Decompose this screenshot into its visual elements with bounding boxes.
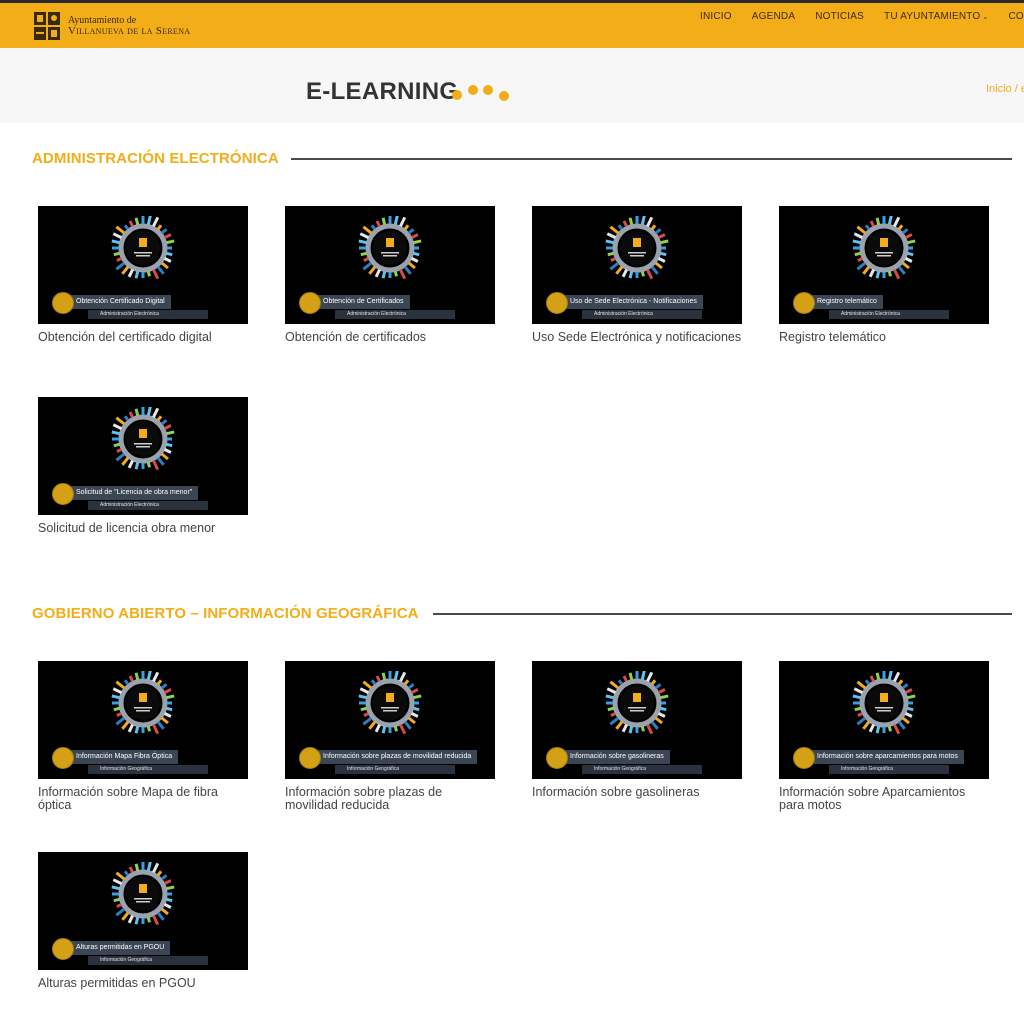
video-title[interactable]: Registro telemático bbox=[779, 331, 991, 344]
video-title[interactable]: Obtención del certificado digital bbox=[38, 331, 250, 344]
video-card[interactable]: Información sobre plazas de movilidad re… bbox=[285, 661, 497, 812]
chevron-down-icon: ⌄ bbox=[982, 14, 989, 21]
caption-badge-icon bbox=[52, 292, 74, 314]
city-wheel-logo-icon bbox=[358, 216, 422, 280]
city-wheel-logo-icon bbox=[111, 216, 175, 280]
video-title[interactable]: Solicitud de licencia obra menor bbox=[38, 522, 250, 535]
video-card[interactable]: Obtención de Certificados Administración… bbox=[285, 206, 497, 344]
video-title[interactable]: Uso Sede Electrónica y notificaciones bbox=[532, 331, 744, 344]
video-card[interactable]: Uso de Sede Electrónica - Notificaciones… bbox=[532, 206, 744, 344]
video-subcaption: Información Geográfica bbox=[829, 765, 949, 774]
video-thumbnail[interactable]: Alturas permitidas en PGOU Información G… bbox=[38, 852, 248, 970]
video-subcaption: Administración Electrónica bbox=[88, 310, 208, 319]
city-wheel-logo-icon bbox=[358, 671, 422, 735]
site-logo[interactable]: Ayuntamiento de Villanueva de la Serena bbox=[32, 8, 190, 44]
top-nav-bar: Ayuntamiento de Villanueva de la Serena … bbox=[0, 0, 1024, 48]
video-caption: Información sobre plazas de movilidad re… bbox=[313, 750, 478, 764]
city-wheel-logo-icon bbox=[111, 862, 175, 926]
breadcrumb-home[interactable]: Inicio bbox=[986, 83, 1012, 95]
logo-line-2: Villanueva de la Serena bbox=[68, 25, 191, 37]
breadcrumb-current: / e bbox=[1014, 83, 1024, 95]
video-caption: Información Mapa Fibra Óptica bbox=[66, 750, 179, 764]
video-title[interactable]: Información sobre Mapa de fibra óptica bbox=[38, 786, 250, 812]
video-caption: Solicitud de "Licencia de obra menor" bbox=[66, 486, 199, 500]
video-caption: Obtención Certificado Digital bbox=[66, 295, 171, 309]
nav-tu-ayuntamiento[interactable]: TU AYUNTAMIENTO ⌄ bbox=[884, 11, 988, 22]
city-wheel-logo-icon bbox=[605, 216, 669, 280]
video-card[interactable]: Alturas permitidas en PGOU Información G… bbox=[38, 852, 250, 990]
section-title-administracion: ADMINISTRACIÓN ELECTRÓNICA bbox=[32, 150, 279, 167]
nav-concejalias[interactable]: CONCE bbox=[1008, 11, 1024, 22]
city-wheel-logo-icon bbox=[852, 216, 916, 280]
breadcrumb: Inicio / e bbox=[986, 83, 1024, 95]
video-thumbnail[interactable]: Solicitud de "Licencia de obra menor" Ad… bbox=[38, 397, 248, 515]
video-caption: Uso de Sede Electrónica - Notificaciones bbox=[560, 295, 703, 309]
section-divider bbox=[433, 613, 1012, 615]
video-caption: Información sobre aparcamientos para mot… bbox=[807, 750, 964, 764]
video-caption: Información sobre gasolineras bbox=[560, 750, 670, 764]
nav-agenda[interactable]: AGENDA bbox=[752, 11, 795, 22]
page-title: E-LEARNING bbox=[306, 78, 459, 105]
caption-badge-icon bbox=[546, 292, 568, 314]
city-wheel-logo-icon bbox=[852, 671, 916, 735]
video-caption: Registro telemático bbox=[807, 295, 883, 309]
video-card[interactable]: Registro telemático Administración Elect… bbox=[779, 206, 991, 344]
caption-badge-icon bbox=[546, 747, 568, 769]
video-thumbnail[interactable]: Registro telemático Administración Elect… bbox=[779, 206, 989, 324]
video-thumbnail[interactable]: Información sobre plazas de movilidad re… bbox=[285, 661, 495, 779]
video-card[interactable]: Solicitud de "Licencia de obra menor" Ad… bbox=[38, 397, 250, 535]
video-subcaption: Administración Electrónica bbox=[88, 501, 208, 510]
video-thumbnail[interactable]: Información sobre gasolineras Informació… bbox=[532, 661, 742, 779]
video-subcaption: Administración Electrónica bbox=[829, 310, 949, 319]
video-title[interactable]: Información sobre gasolineras bbox=[532, 786, 744, 799]
city-wheel-logo-icon bbox=[111, 671, 175, 735]
video-thumbnail[interactable]: Obtención Certificado Digital Administra… bbox=[38, 206, 248, 324]
video-thumbnail[interactable]: Información sobre aparcamientos para mot… bbox=[779, 661, 989, 779]
caption-badge-icon bbox=[793, 292, 815, 314]
video-subcaption: Administración Electrónica bbox=[335, 310, 455, 319]
video-caption: Alturas permitidas en PGOU bbox=[66, 941, 171, 955]
video-card[interactable]: Información sobre gasolineras Informació… bbox=[532, 661, 744, 799]
city-wheel-logo-icon bbox=[111, 407, 175, 471]
video-subcaption: Administración Electrónica bbox=[582, 310, 702, 319]
city-wheel-logo-icon bbox=[605, 671, 669, 735]
caption-badge-icon bbox=[52, 483, 74, 505]
main-nav: INICIO AGENDA NOTICIAS TU AYUNTAMIENTO ⌄ … bbox=[700, 11, 1024, 22]
video-card[interactable]: Información Mapa Fibra Óptica Informació… bbox=[38, 661, 250, 812]
nav-noticias[interactable]: NOTICIAS bbox=[815, 11, 864, 22]
video-title[interactable]: Información sobre plazas de movilidad re… bbox=[285, 786, 497, 812]
crest-icon bbox=[34, 12, 60, 40]
page-title-band: E-LEARNING Inicio / e bbox=[0, 48, 1024, 123]
video-card[interactable]: Obtención Certificado Digital Administra… bbox=[38, 206, 250, 344]
video-subcaption: Información Geográfica bbox=[88, 956, 208, 965]
nav-inicio[interactable]: INICIO bbox=[700, 11, 732, 22]
video-thumbnail[interactable]: Obtención de Certificados Administración… bbox=[285, 206, 495, 324]
caption-badge-icon bbox=[299, 292, 321, 314]
video-card[interactable]: Información sobre aparcamientos para mot… bbox=[779, 661, 991, 812]
caption-badge-icon bbox=[52, 747, 74, 769]
video-title[interactable]: Obtención de certificados bbox=[285, 331, 497, 344]
video-subcaption: Información Geográfica bbox=[88, 765, 208, 774]
video-thumbnail[interactable]: Información Mapa Fibra Óptica Informació… bbox=[38, 661, 248, 779]
dots-decoration-icon bbox=[452, 85, 509, 101]
caption-badge-icon bbox=[299, 747, 321, 769]
video-title[interactable]: Información sobre Aparcamientos para mot… bbox=[779, 786, 991, 812]
caption-badge-icon bbox=[52, 938, 74, 960]
video-thumbnail[interactable]: Uso de Sede Electrónica - Notificaciones… bbox=[532, 206, 742, 324]
section-title-gobierno-abierto: GOBIERNO ABIERTO – INFORMACIÓN GEOGRÁFIC… bbox=[32, 605, 419, 622]
video-caption: Obtención de Certificados bbox=[313, 295, 410, 309]
section-divider bbox=[291, 158, 1012, 160]
video-title[interactable]: Alturas permitidas en PGOU bbox=[38, 977, 250, 990]
video-subcaption: Información Geográfica bbox=[582, 765, 702, 774]
video-subcaption: Información Geográfica bbox=[335, 765, 455, 774]
caption-badge-icon bbox=[793, 747, 815, 769]
